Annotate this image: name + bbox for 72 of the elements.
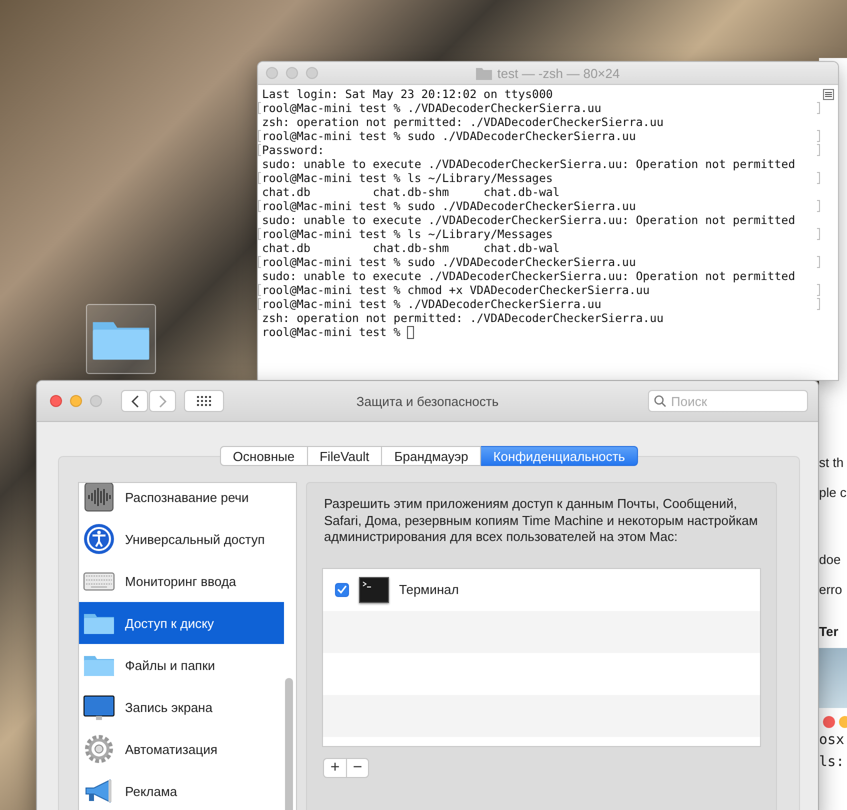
terminal-line: Last login: Sat May 23 20:12:02 on ttys000 [261, 87, 554, 101]
back-button[interactable] [121, 390, 148, 412]
window-text: erro [819, 582, 844, 599]
terminal-line: chat.db chat.db-shm chat.db-wal [261, 241, 561, 255]
sidebar-item[interactable]: Запись экрана [79, 686, 284, 728]
terminal-line: rool@Mac-mini test % sudo ./VDADecoderCheckerSierra.uu [258, 129, 820, 143]
remove-button[interactable]: − [346, 758, 369, 778]
minimize-button[interactable] [286, 67, 298, 79]
close-button[interactable] [823, 716, 835, 728]
chevron-left-icon [130, 394, 138, 408]
tab[interactable]: FileVault [308, 446, 382, 466]
terminal-line: rool@Mac-mini test % ./VDADecoderCheckerSierra.uu [258, 297, 820, 311]
terminal-line: chat.db chat.db-shm chat.db-wal [261, 185, 561, 199]
terminal-line: Password: [258, 143, 820, 157]
code-text: ls: [819, 754, 846, 772]
terminal-line: rool@Mac-mini test % sudo ./VDADecoderCheckerSierra.uu [258, 199, 820, 213]
tab[interactable]: Основные [220, 446, 308, 466]
terminal-line: rool@Mac-mini test % sudo ./VDADecoderCheckerSierra.uu [258, 255, 820, 269]
show-all-button[interactable] [184, 390, 224, 412]
sidebar-item[interactable]: Универсальный доступ [79, 518, 284, 560]
window-text: ple c [819, 485, 847, 502]
app-name: Терминал [399, 582, 459, 597]
zoom-button[interactable] [90, 395, 102, 407]
folder-icon [476, 66, 492, 80]
tab[interactable]: Брандмауэр [382, 446, 482, 466]
sidebar-label: Автоматизация [125, 742, 218, 756]
sidebar-label: Доступ к диску [125, 616, 214, 630]
list-icon[interactable] [823, 89, 834, 100]
close-button[interactable] [266, 67, 278, 79]
terminal-line: zsh: operation not permitted: ./VDADecoderCheckerSierra.uu [261, 311, 665, 325]
minimize-button[interactable] [70, 395, 82, 407]
scrollbar-thumb[interactable] [285, 678, 293, 810]
window-title: Защита и безопасность [356, 394, 499, 408]
terminal-line: rool@Mac-mini test % ls ~/Library/Messages [258, 227, 820, 241]
checkbox[interactable] [335, 582, 349, 596]
grid-icon [197, 396, 211, 406]
search-field[interactable]: Поиск [648, 390, 808, 412]
terminal-line: rool@Mac-mini test % chmod +x VDADecoderCheckerSierra.uu [258, 283, 820, 297]
terminal-line: sudo: unable to execute ./VDADecoderCheckerSierra.uu: Operation not permitted [261, 213, 796, 227]
sidebar-item[interactable]: Автоматизация [79, 728, 284, 770]
sidebar-label: Реклама [125, 784, 178, 798]
sidebar-item[interactable]: Файлы и папки [79, 644, 284, 686]
sidebar-item[interactable]: Доступ к диску [79, 602, 284, 644]
sidebar-label: Мониторинг ввода [125, 574, 236, 588]
sidebar-item[interactable]: Распознавание речи [79, 483, 284, 518]
window-title: test — -zsh — 80×24 [497, 66, 620, 80]
terminal-line: rool@Mac-mini test % [258, 325, 820, 339]
waveform-icon [83, 483, 115, 513]
window-heading: Ter [819, 624, 840, 641]
window-text: st th [819, 455, 845, 472]
gear-icon [83, 733, 115, 765]
code-text: osx [819, 732, 846, 750]
accessibility-icon [83, 523, 115, 555]
terminal-line: sudo: unable to execute ./VDADecoderCheckerSierra.uu: Operation not permitted [261, 269, 796, 283]
sidebar-label: Универсальный доступ [125, 532, 265, 546]
add-button[interactable]: + [323, 758, 346, 778]
sidebar-label: Файлы и папки [125, 658, 216, 672]
terminal-line: rool@Mac-mini test % ./VDADecoderCheckerSierra.uu [258, 101, 820, 115]
terminal-line: zsh: operation not permitted: ./VDADecoderCheckerSierra.uu [261, 115, 665, 129]
close-button[interactable] [50, 395, 62, 407]
terminal-line: sudo: unable to execute ./VDADecoderCheckerSierra.uu: Operation not permitted [261, 157, 796, 171]
description-text: Разрешить этим приложениям доступ к данным Почты, Сообщений, Safari, Дома, резервным копиям Time Machine и некоторым настройкам администрирования для всех пользователей на этом Mac: [324, 496, 759, 546]
sidebar-label: Запись экрана [125, 700, 212, 714]
sidebar-label: Распознавание речи [125, 490, 249, 504]
chevron-right-icon [158, 394, 166, 408]
zoom-button[interactable] [306, 67, 318, 79]
sidebar-item[interactable]: Мониторинг ввода [79, 560, 284, 602]
sidebar-item[interactable]: Реклама [79, 770, 284, 810]
terminal-app-icon [359, 576, 389, 602]
window-text: doe [819, 552, 842, 569]
terminal-line: rool@Mac-mini test % ls ~/Library/Messages [258, 171, 820, 185]
tab[interactable]: Конфиденциальность [481, 446, 638, 466]
